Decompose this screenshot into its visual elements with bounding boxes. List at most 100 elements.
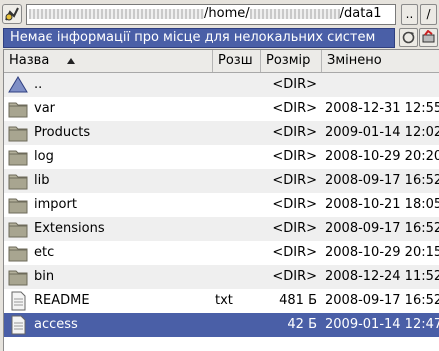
file-name: Extensions [34, 221, 105, 236]
path-suffix: /data1 [339, 6, 382, 21]
file-row[interactable]: access 42 Б 2009-01-14 12:47 [4, 313, 439, 337]
ext-column-label: Розш [218, 53, 253, 68]
file-modified: 2009-01-14 12:47 [325, 317, 439, 332]
name-column-header[interactable]: Назва [4, 50, 213, 72]
file-size: <DIR> [272, 221, 317, 236]
file-modified: 2009-01-14 12:02 [325, 125, 439, 140]
file-name-cell: access [8, 313, 213, 337]
file-row[interactable]: README txt 481 Б 2008-09-17 16:52 [4, 289, 439, 313]
document-icon [8, 315, 28, 335]
file-name-cell: log [8, 145, 213, 169]
file-ext [215, 241, 259, 265]
path-input[interactable]: /home/ /data1 [26, 4, 396, 25]
status-bar: Немає інформації про місце для нелокальн… [0, 28, 439, 48]
file-ext [215, 145, 259, 169]
file-ext [215, 73, 259, 97]
file-name: lib [34, 173, 50, 188]
file-row[interactable]: import <DIR> 2008-10-21 18:05 [4, 193, 439, 217]
ext-column-header[interactable]: Розш [213, 50, 261, 72]
file-name: var [34, 101, 56, 116]
file-modified: 2008-10-29 20:15 [325, 245, 439, 260]
file-row[interactable]: bin <DIR> 2008-12-24 11:52 [4, 265, 439, 289]
path-mid: /home/ [204, 6, 250, 21]
folder-icon [8, 195, 28, 215]
file-modified: 2008-12-31 12:55 [325, 101, 439, 116]
file-size: 481 Б [279, 293, 317, 308]
file-ext [215, 265, 259, 289]
file-size: <DIR> [272, 101, 317, 116]
file-modified: 2008-09-17 16:52 [325, 173, 439, 188]
file-row[interactable]: lib <DIR> 2008-09-17 16:52 [4, 169, 439, 193]
modified-column-header[interactable]: Змінено [322, 50, 439, 72]
file-name: README [34, 293, 90, 308]
folder-icon [8, 267, 28, 287]
file-modified: 2008-10-29 20:20 [325, 149, 439, 164]
file-name-cell: Extensions [8, 217, 213, 241]
refresh-button[interactable] [399, 28, 418, 47]
file-row[interactable]: .. <DIR> [4, 73, 439, 97]
folder-icon [8, 243, 28, 263]
file-name: import [34, 197, 77, 212]
file-ext [215, 193, 259, 217]
file-modified: 2008-12-24 11:52 [325, 269, 439, 284]
file-row[interactable]: Extensions <DIR> 2008-09-17 16:52 [4, 217, 439, 241]
drive-button[interactable] [419, 28, 438, 47]
file-ext [215, 169, 259, 193]
file-size: <DIR> [272, 245, 317, 260]
root-dir-button[interactable]: / [420, 4, 437, 25]
file-name: Products [34, 125, 91, 140]
file-row[interactable]: etc <DIR> 2008-10-29 20:15 [4, 241, 439, 265]
column-header: Назва Розш Розмір Змінено [4, 50, 439, 73]
file-size: <DIR> [272, 269, 317, 284]
redacted-text [29, 8, 204, 19]
file-name-cell: import [8, 193, 213, 217]
size-column-header[interactable]: Розмір [261, 50, 322, 72]
file-row[interactable]: var <DIR> 2008-12-31 12:55 [4, 97, 439, 121]
file-ext [215, 217, 259, 241]
name-column-label: Назва [9, 53, 50, 68]
parent-dir-button[interactable]: .. [401, 4, 418, 25]
file-name-cell: .. [8, 73, 213, 97]
file-name-cell: README [8, 289, 213, 313]
file-row[interactable]: Products <DIR> 2009-01-14 12:02 [4, 121, 439, 145]
file-name-cell: etc [8, 241, 213, 265]
file-size: <DIR> [272, 125, 317, 140]
document-icon [8, 291, 28, 311]
file-list-panel: Назва Розш Розмір Змінено .. <DIR> var <DIR… [3, 49, 439, 351]
folder-icon [8, 171, 28, 191]
history-button[interactable] [2, 4, 22, 24]
file-ext [215, 121, 259, 145]
file-rows: .. <DIR> var <DIR> 2008-12-31 12:55 Products <… [4, 73, 439, 337]
sort-ascending-icon [67, 57, 76, 64]
file-modified: 2008-09-17 16:52 [325, 293, 439, 308]
file-modified [325, 73, 439, 97]
file-size: <DIR> [272, 197, 317, 212]
modified-column-label: Змінено [327, 53, 382, 68]
file-name-cell: lib [8, 169, 213, 193]
folder-icon [8, 123, 28, 143]
history-icon [5, 7, 19, 21]
file-name: bin [34, 269, 55, 284]
file-name: log [34, 149, 54, 164]
file-name-cell: bin [8, 265, 213, 289]
file-size: <DIR> [272, 149, 317, 164]
redacted-text [249, 8, 340, 19]
size-column-label: Розмір [266, 53, 311, 68]
file-ext [215, 97, 259, 121]
file-name-cell: Products [8, 121, 213, 145]
folder-icon [8, 99, 28, 119]
file-ext: txt [215, 293, 233, 308]
refresh-icon [402, 31, 415, 44]
file-size: <DIR> [272, 173, 317, 188]
file-name-cell: var [8, 97, 213, 121]
file-name: etc [34, 245, 55, 260]
file-name: .. [34, 77, 43, 92]
file-row[interactable]: log <DIR> 2008-10-29 20:20 [4, 145, 439, 169]
up-triangle-icon [8, 75, 28, 95]
file-size: <DIR> [272, 77, 317, 92]
file-modified: 2008-10-21 18:05 [325, 197, 439, 212]
file-size: 42 Б [287, 317, 317, 332]
free-space-status: Немає інформації про місце для нелокальн… [3, 28, 395, 48]
file-name: access [34, 317, 78, 332]
folder-icon [8, 147, 28, 167]
